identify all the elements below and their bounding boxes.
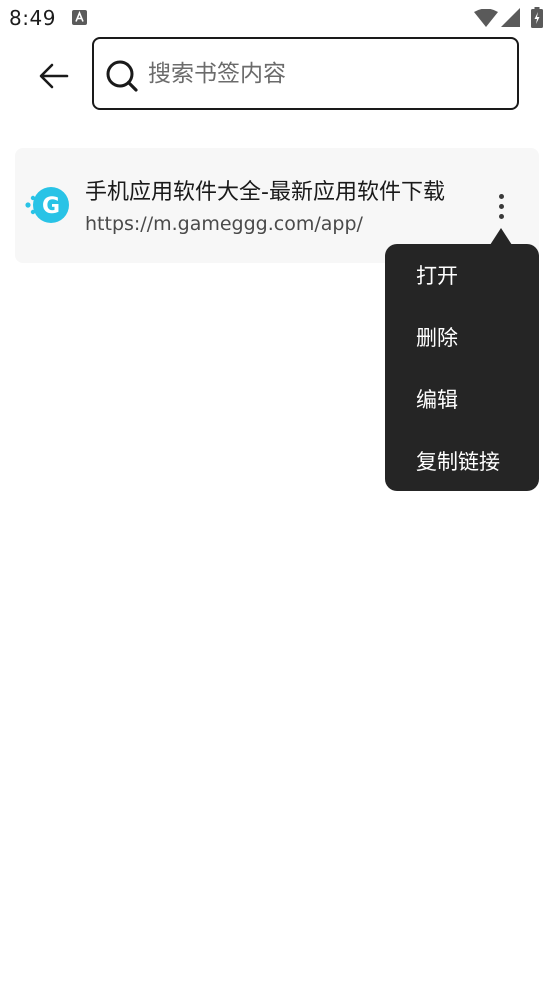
menu-item-delete[interactable]: 删除 [385,306,539,368]
back-button[interactable] [30,52,78,100]
more-vertical-icon-dot [498,203,504,209]
popup-menu: 打开 删除 编辑 复制链接 [385,244,539,491]
gameggg-logo-icon: G [25,187,69,223]
popup-menu-arrow [490,228,512,245]
more-vertical-icon [498,193,504,199]
search-icon [106,60,138,92]
bookmark-url: https://m.gameggg.com/app/ [85,213,363,235]
arrow-left-icon [39,63,69,89]
search-box[interactable] [92,37,519,110]
more-vertical-icon-dot [498,213,504,219]
signal-icon [501,8,520,27]
bookmark-title: 手机应用软件大全-最新应用软件下载 [85,180,445,205]
menu-item-edit[interactable]: 编辑 [385,368,539,430]
more-options-button[interactable] [487,186,515,226]
menu-item-copy-link[interactable]: 复制链接 [385,430,539,491]
search-input[interactable] [148,51,508,97]
menu-item-open[interactable]: 打开 [385,244,539,306]
notification-a-icon [72,10,87,25]
bookmark-search-screen: 8:49 搜索书签内容 G 手机应用软件大全-最新应用软件下载 https://… [0,0,554,986]
battery-charging-icon [531,7,543,28]
wifi-icon [474,9,498,27]
svg-text:G: G [42,194,60,219]
status-time: 8:49 [9,6,56,30]
status-bar: 8:49 [0,0,554,36]
